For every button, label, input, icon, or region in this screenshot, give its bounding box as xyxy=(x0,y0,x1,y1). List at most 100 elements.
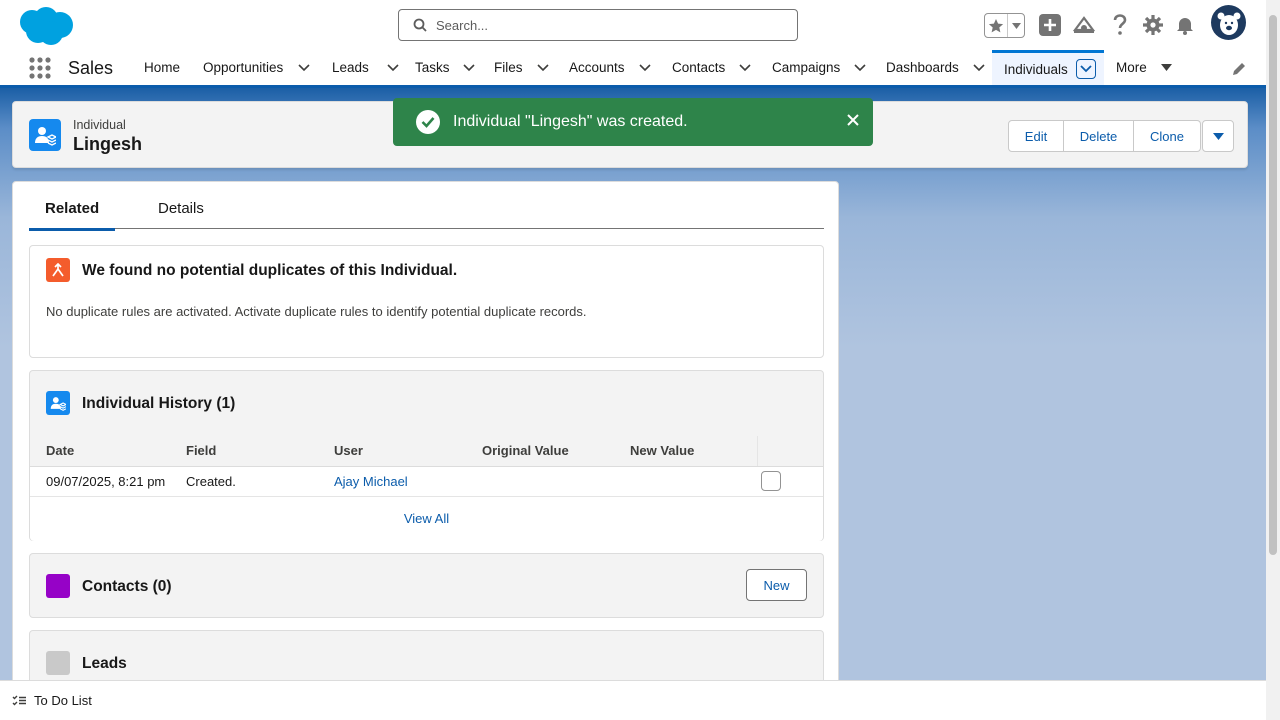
duplicates-title: We found no potential duplicates of this… xyxy=(82,262,458,279)
chevron-down-icon[interactable] xyxy=(298,63,310,72)
nav-item-label: Campaigns xyxy=(772,60,841,75)
clone-button[interactable]: Clone xyxy=(1134,120,1201,152)
individual-icon xyxy=(29,119,61,151)
nav-item-dashboards[interactable]: Dashboards xyxy=(886,50,985,85)
chevron-down-icon[interactable] xyxy=(739,63,751,72)
app-navigation-bar: Sales Home Opportunities Leads Tasks Fil… xyxy=(0,50,1266,88)
cell-field: Created. xyxy=(170,466,318,497)
cell-new-value xyxy=(614,466,757,497)
star-icon[interactable] xyxy=(985,14,1008,37)
nav-item-label: Contacts xyxy=(672,60,726,75)
app-launcher-waffle-icon[interactable] xyxy=(29,57,51,79)
user-link[interactable]: Ajay Michael xyxy=(334,474,408,489)
nav-item-tasks[interactable]: Tasks xyxy=(415,50,475,85)
chevron-down-icon[interactable] xyxy=(854,63,866,72)
help-icon[interactable] xyxy=(1109,14,1131,36)
column-header-field: Field xyxy=(170,436,318,467)
chevron-down-icon[interactable] xyxy=(638,63,651,72)
chevron-down-icon[interactable] xyxy=(536,63,549,72)
close-icon[interactable] xyxy=(845,112,861,128)
nav-item-label: Tasks xyxy=(415,60,450,75)
nav-item-label: Individuals xyxy=(1004,61,1068,77)
chevron-down-icon[interactable] xyxy=(1008,14,1024,37)
tab-details[interactable]: Details xyxy=(158,200,204,217)
salesforce-logo[interactable] xyxy=(16,6,74,46)
record-name: Lingesh xyxy=(73,134,143,154)
new-contact-button[interactable]: New xyxy=(746,569,807,601)
leads-icon xyxy=(46,651,70,675)
nav-item-files[interactable]: Files xyxy=(494,50,549,85)
cell-original-value xyxy=(466,466,614,497)
global-actions-plus-icon[interactable] xyxy=(1039,14,1061,36)
notifications-bell-icon[interactable] xyxy=(1174,14,1196,36)
search-placeholder: Search... xyxy=(436,17,489,33)
row-action-checkbox[interactable] xyxy=(761,471,781,491)
merge-icon xyxy=(46,258,70,282)
app-name: Sales xyxy=(68,58,114,78)
scrollbar-thumb[interactable] xyxy=(1269,15,1277,555)
nav-item-more[interactable]: More xyxy=(1116,50,1172,85)
record-actions: Edit Delete Clone xyxy=(1008,120,1234,152)
cell-actions xyxy=(757,466,823,497)
nav-item-label: Dashboards xyxy=(886,60,959,75)
nav-item-label: Opportunities xyxy=(203,60,284,75)
history-title[interactable]: Individual History (1) xyxy=(82,395,235,413)
leads-title[interactable]: Leads xyxy=(82,655,127,673)
delete-button[interactable]: Delete xyxy=(1064,120,1134,152)
global-header: Search... xyxy=(0,0,1266,50)
nav-item-accounts[interactable]: Accounts xyxy=(569,50,651,85)
nav-item-label: More xyxy=(1116,60,1147,75)
search-icon xyxy=(413,18,427,32)
nav-item-label: Home xyxy=(144,60,181,75)
column-header-actions xyxy=(756,436,823,467)
utility-bar: To Do List xyxy=(0,680,1266,720)
nav-item-campaigns[interactable]: Campaigns xyxy=(772,50,866,85)
history-table: Date Field User Original Value New Value… xyxy=(30,436,823,497)
toast-message: Individual "Lingesh" was created. xyxy=(453,113,688,130)
edit-nav-pencil-icon[interactable] xyxy=(1232,62,1246,76)
chevron-down-icon[interactable] xyxy=(973,63,985,72)
nav-item-label: Leads xyxy=(332,60,369,75)
related-card: Related Details We found no potential du… xyxy=(12,181,839,691)
duplicates-panel: We found no potential duplicates of this… xyxy=(29,245,824,358)
trailhead-icon[interactable] xyxy=(1073,14,1095,36)
nav-item-label: Files xyxy=(494,60,523,75)
nav-item-leads[interactable]: Leads xyxy=(332,50,399,85)
global-search-input[interactable]: Search... xyxy=(398,9,798,41)
chevron-down-icon[interactable] xyxy=(1075,59,1096,79)
success-toast: Individual "Lingesh" was created. xyxy=(393,98,873,146)
caret-down-icon xyxy=(1212,132,1224,140)
nav-item-opportunities[interactable]: Opportunities xyxy=(203,50,310,85)
view-all-link[interactable]: View All xyxy=(30,511,823,526)
cell-date: 09/07/2025, 8:21 pm xyxy=(30,466,170,497)
edit-button[interactable]: Edit xyxy=(1008,120,1064,152)
table-row: 09/07/2025, 8:21 pm Created. Ajay Michae… xyxy=(30,466,823,497)
chevron-down-icon[interactable] xyxy=(462,63,475,72)
individual-icon xyxy=(46,391,70,415)
nav-item-contacts[interactable]: Contacts xyxy=(672,50,751,85)
contacts-panel: Contacts (0) New xyxy=(29,553,824,618)
success-check-icon xyxy=(416,110,440,134)
contacts-title[interactable]: Contacts (0) xyxy=(82,578,172,596)
favorites-button[interactable] xyxy=(984,13,1025,38)
cell-user: Ajay Michael xyxy=(318,466,466,497)
scrollbar[interactable] xyxy=(1266,0,1280,720)
nav-item-individuals[interactable]: Individuals xyxy=(992,50,1104,85)
nav-item-home[interactable]: Home xyxy=(144,50,180,85)
contacts-icon xyxy=(46,574,70,598)
duplicates-message: No duplicate rules are activated. Activa… xyxy=(46,304,587,319)
todo-list-icon xyxy=(12,695,26,705)
chevron-down-icon[interactable] xyxy=(387,63,399,72)
more-actions-dropdown[interactable] xyxy=(1202,120,1234,152)
todo-list-button[interactable]: To Do List xyxy=(34,693,92,708)
setup-gear-icon[interactable] xyxy=(1142,14,1164,36)
individual-history-panel: Individual History (1) Date Field User O… xyxy=(29,370,824,541)
record-type-label: Individual xyxy=(73,118,126,132)
user-avatar[interactable] xyxy=(1211,5,1246,40)
column-header-date: Date xyxy=(30,436,170,467)
record-tabs: Related Details xyxy=(29,182,824,231)
column-header-new-value: New Value xyxy=(614,436,757,467)
column-header-user: User xyxy=(318,436,466,467)
caret-down-icon[interactable] xyxy=(1160,64,1172,71)
tab-related[interactable]: Related xyxy=(29,200,116,231)
